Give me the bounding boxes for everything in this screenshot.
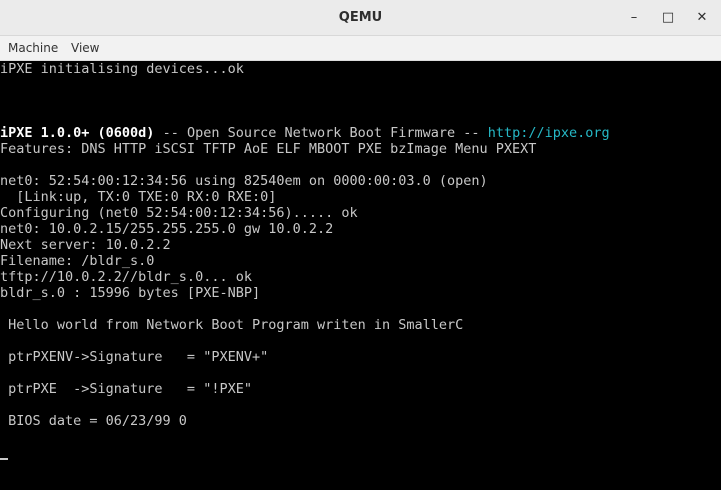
menu-view[interactable]: View (71, 36, 99, 61)
ipxe-banner-line: iPXE 1.0.0+ (0600d) -- Open Source Netwo… (0, 125, 610, 141)
close-icon[interactable]: ✕ (692, 8, 712, 28)
console-line: Configuring (net0 52:54:00:12:34:56)....… (0, 205, 358, 221)
ipxe-version: iPXE 1.0.0+ (0600d) (0, 125, 155, 141)
maximize-icon[interactable]: □ (658, 8, 678, 28)
console-line: Filename: /bldr_s.0 (0, 253, 155, 269)
console-line: Hello world from Network Boot Program wr… (0, 317, 464, 333)
ipxe-url-link[interactable]: http://ipxe.org (488, 125, 610, 141)
console-line: ptrPXENV->Signature = "PXENV+" (0, 349, 269, 365)
menu-bar: Machine View (0, 36, 721, 61)
console-line: iPXE initialising devices...ok (0, 61, 244, 77)
console-line: tftp://10.0.2.2//bldr_s.0... ok (0, 269, 252, 285)
console-line: Features: DNS HTTP iSCSI TFTP AoE ELF MB… (0, 141, 537, 157)
console-line: [Link:up, TX:0 TXE:0 RX:0 RXE:0] (0, 189, 277, 205)
ipxe-tagline: -- Open Source Network Boot Firmware -- (154, 125, 488, 141)
title-bar[interactable]: QEMU – □ ✕ (0, 0, 721, 36)
console-line: net0: 52:54:00:12:34:56 using 82540em on… (0, 173, 488, 189)
console-line: Next server: 10.0.2.2 (0, 237, 171, 253)
console-line: ptrPXE ->Signature = "!PXE" (0, 381, 252, 397)
qemu-window: QEMU – □ ✕ Machine View iPXE initialisin… (0, 0, 721, 490)
menu-machine[interactable]: Machine (8, 36, 58, 61)
window-title: QEMU (338, 10, 383, 25)
minimize-icon[interactable]: – (624, 8, 644, 28)
guest-console[interactable]: iPXE initialising devices...ok iPXE 1.0.… (0, 61, 721, 490)
console-line: net0: 10.0.2.15/255.255.255.0 gw 10.0.2.… (0, 221, 334, 237)
console-line: bldr_s.0 : 15996 bytes [PXE-NBP] (0, 285, 261, 301)
text-cursor (0, 458, 8, 460)
console-line: BIOS date = 06/23/99 0 (0, 413, 187, 429)
